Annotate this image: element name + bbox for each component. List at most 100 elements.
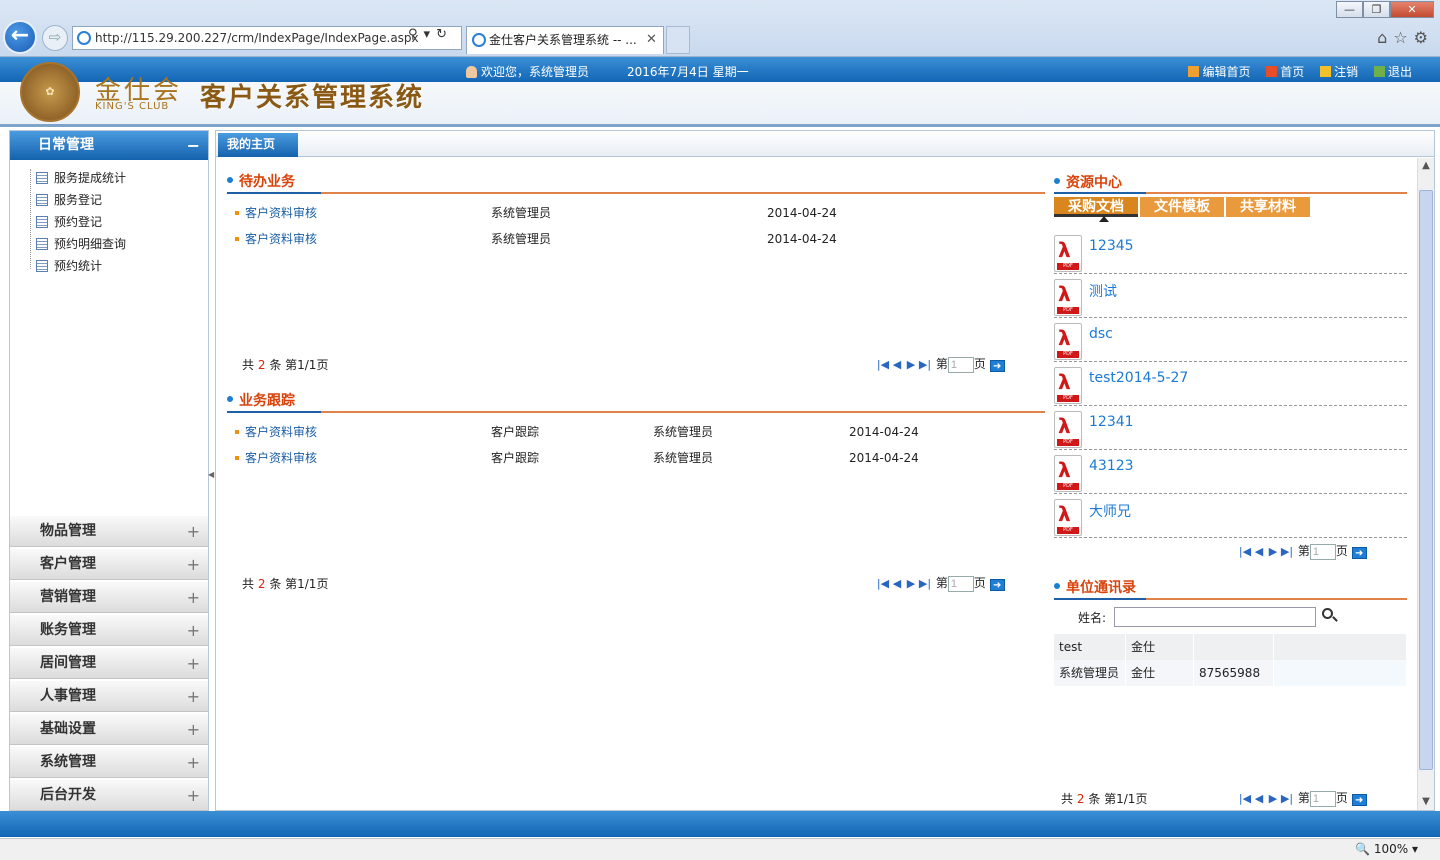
close-icon[interactable]: ✕ (646, 32, 657, 47)
new-tab-button[interactable] (666, 26, 690, 54)
pending-item-link[interactable]: 客户资料审核 (235, 204, 317, 221)
first-page-icon[interactable]: |◀ (876, 577, 890, 590)
refresh-icon[interactable]: ↻ (436, 27, 453, 42)
address-bar[interactable]: http://115.29.200.227/crm/IndexPage/Inde… (72, 26, 462, 50)
chevron-down-icon[interactable]: ▾ (424, 27, 437, 42)
edit-home-link[interactable]: 编辑首页 (1188, 65, 1250, 79)
expand-icon: + (186, 522, 200, 541)
last-page-icon[interactable]: ▶| (1280, 792, 1294, 805)
document-link[interactable]: 12345 (1089, 238, 1134, 254)
tracking-item-link[interactable]: 客户资料审核 (235, 423, 317, 440)
document-link[interactable]: 43123 (1089, 458, 1134, 474)
ie-icon (77, 31, 91, 45)
search-icon[interactable] (1322, 608, 1338, 624)
star-icon[interactable]: ☆ (1393, 28, 1413, 47)
contacts-pager-summary: 共 2 条 第1/1页 (1061, 792, 1148, 806)
browser-toolbar: ⌂☆⚙ (1377, 28, 1434, 47)
go-page-button[interactable]: ➜ (1351, 794, 1367, 806)
document-separator (1054, 317, 1407, 318)
exit-icon (1373, 66, 1385, 77)
first-page-icon[interactable]: |◀ (1238, 792, 1252, 805)
sidebar-item-service-commission[interactable]: 服务提成统计 (36, 168, 126, 188)
sidebar-section-customers[interactable]: 客户管理 + (10, 548, 208, 580)
home-link[interactable]: 首页 (1266, 65, 1304, 79)
go-page-button[interactable]: ➜ (989, 579, 1005, 591)
expand-icon: + (186, 720, 200, 739)
prev-page-icon[interactable]: ◀ (890, 577, 904, 590)
prev-page-icon[interactable]: ◀ (1252, 545, 1266, 558)
go-page-button[interactable]: ➜ (989, 360, 1005, 372)
resource-pager-nav: |◀◀▶▶| 第页 ➜ (1238, 542, 1367, 560)
page-number-input[interactable] (947, 357, 974, 373)
browser-tab[interactable]: 金仕客户关系管理系统 -- ... (466, 26, 664, 54)
last-page-icon[interactable]: ▶| (918, 577, 932, 590)
sidebar-item-appointment-detail[interactable]: 预约明细查询 (36, 234, 126, 254)
next-page-icon[interactable]: ▶ (1266, 792, 1280, 805)
tab-file-templates[interactable]: 文件模板 (1140, 197, 1224, 217)
go-page-button[interactable]: ➜ (1351, 547, 1367, 559)
pending-item-link[interactable]: 客户资料审核 (235, 230, 317, 247)
exit-link[interactable]: 退出 (1373, 65, 1412, 79)
zoom-level: 100% (1373, 842, 1409, 856)
sidebar-section-label: 营销管理 (40, 589, 96, 605)
forward-button[interactable]: ⇨ (42, 25, 68, 51)
first-page-icon[interactable]: |◀ (876, 358, 890, 371)
sidebar-section-daily[interactable]: 日常管理 − (10, 131, 208, 160)
next-page-icon[interactable]: ▶ (904, 577, 918, 590)
scroll-up-icon[interactable]: ▲ (1418, 158, 1434, 174)
sidebar-section-brokerage[interactable]: 居间管理 + (10, 647, 208, 679)
prev-page-icon[interactable]: ◀ (1252, 792, 1266, 805)
back-button[interactable]: ← (3, 20, 37, 54)
document-icon (36, 194, 48, 206)
tracking-item-link[interactable]: 客户资料审核 (235, 449, 317, 466)
document-link[interactable]: 测试 (1089, 281, 1117, 301)
page-number-input[interactable] (947, 576, 974, 592)
zoom-control[interactable]: 🔍 100% ▾ (1355, 842, 1418, 856)
sidebar-section-system[interactable]: 系统管理 + (10, 746, 208, 778)
contact-extra (1274, 660, 1407, 686)
vertical-scrollbar[interactable]: ▲ ▼ (1417, 158, 1434, 810)
document-link[interactable]: 大师兄 (1089, 501, 1131, 521)
sidebar-toggle-icon[interactable]: ◀ (208, 470, 214, 479)
logo-english: KING'S CLUB (95, 101, 170, 112)
next-page-icon[interactable]: ▶ (1266, 545, 1280, 558)
minimize-button[interactable]: — (1336, 1, 1363, 18)
table-row[interactable]: test 金仕 (1054, 634, 1407, 660)
scroll-down-icon[interactable]: ▼ (1418, 794, 1434, 810)
tab-shared-materials[interactable]: 共享材料 (1226, 197, 1310, 217)
page-number-input[interactable] (1309, 791, 1336, 807)
first-page-icon[interactable]: |◀ (1238, 545, 1252, 558)
search-icon[interactable]: ⚲ (408, 27, 424, 42)
gear-icon[interactable]: ⚙ (1414, 28, 1434, 47)
last-page-icon[interactable]: ▶| (1280, 545, 1294, 558)
sidebar-section-backend-dev[interactable]: 后台开发 + (10, 779, 208, 811)
sidebar-item-appointment-register[interactable]: 预约登记 (36, 212, 102, 232)
sidebar-section-marketing[interactable]: 营销管理 + (10, 581, 208, 613)
tab-home[interactable]: 我的主页 (218, 133, 298, 157)
sidebar-section-accounts[interactable]: 账务管理 + (10, 614, 208, 646)
home-icon[interactable]: ⌂ (1377, 28, 1393, 47)
window-close-button[interactable]: ✕ (1390, 1, 1434, 18)
page-number-input[interactable] (1309, 544, 1336, 560)
maximize-button[interactable]: ❐ (1363, 1, 1390, 18)
table-row[interactable]: 系统管理员 金仕 87565988 (1054, 660, 1407, 686)
logout-link[interactable]: 注销 (1320, 65, 1358, 79)
sidebar-item-service-register[interactable]: 服务登记 (36, 190, 102, 210)
document-link[interactable]: test2014-5-27 (1089, 370, 1188, 386)
scroll-thumb[interactable] (1419, 190, 1433, 770)
document-link[interactable]: 12341 (1089, 414, 1134, 430)
document-link[interactable]: dsc (1089, 326, 1113, 342)
search-input[interactable] (1114, 607, 1316, 627)
document-separator (1054, 537, 1407, 538)
prev-page-icon[interactable]: ◀ (890, 358, 904, 371)
sidebar-section-goods[interactable]: 物品管理 + (10, 515, 208, 547)
tab-purchase-docs[interactable]: 采购文档 (1054, 197, 1138, 217)
address-tools[interactable]: ⚲▾↻ (408, 27, 453, 42)
collapse-icon[interactable]: − (187, 131, 200, 160)
sidebar-section-hr[interactable]: 人事管理 + (10, 680, 208, 712)
sidebar-item-label: 预约登记 (54, 215, 103, 229)
last-page-icon[interactable]: ▶| (918, 358, 932, 371)
next-page-icon[interactable]: ▶ (904, 358, 918, 371)
sidebar-section-basic-settings[interactable]: 基础设置 + (10, 713, 208, 745)
sidebar-item-appointment-stats[interactable]: 预约统计 (36, 256, 102, 276)
